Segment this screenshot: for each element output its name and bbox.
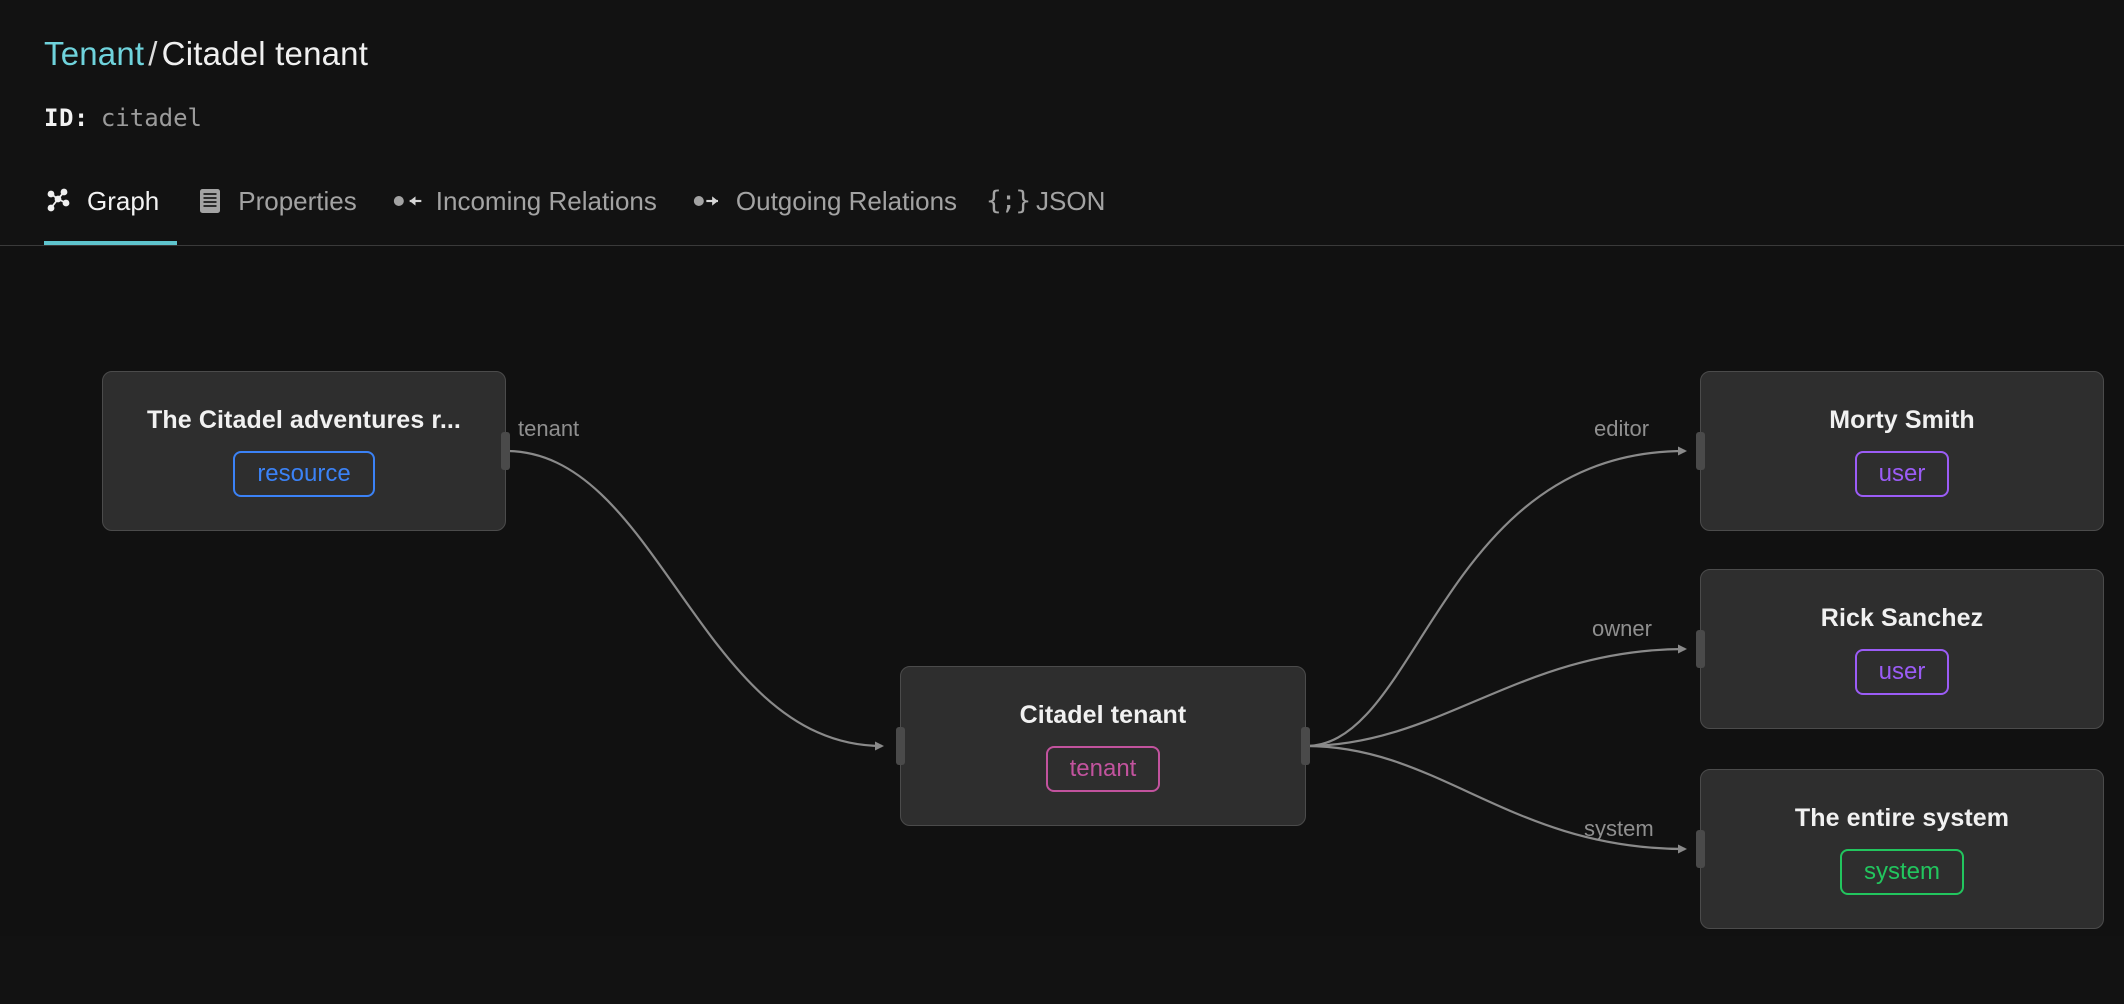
- tab-outgoing-relations-label: Outgoing Relations: [735, 185, 958, 216]
- graph-node-tenant-title: Citadel tenant: [1019, 700, 1187, 729]
- graph-node-morty-badge: user: [1854, 450, 1950, 497]
- breadcrumb-separator: /: [148, 35, 158, 72]
- page-header: Tenant / Citadel tenant ID: citadel: [0, 0, 2124, 132]
- edge-tenant-to-morty: [1305, 446, 1687, 748]
- graph-node-system-badge: system: [1839, 848, 1964, 895]
- list-document-icon: [195, 186, 225, 216]
- tab-outgoing-relations[interactable]: Outgoing Relations: [675, 174, 975, 245]
- graph-node-resource-badge: resource: [233, 450, 375, 497]
- node-handle-left[interactable]: [1696, 830, 1705, 869]
- node-handle-left[interactable]: [1696, 432, 1705, 471]
- graph-node-morty[interactable]: Morty Smith user: [1696, 371, 2104, 532]
- node-handle-left[interactable]: [896, 727, 905, 766]
- edge-tenant-to-rick: [1305, 644, 1687, 748]
- tab-incoming-relations-label: Incoming Relations: [435, 185, 657, 216]
- edge-resource-to-tenant: [505, 450, 884, 751]
- breadcrumb: Tenant / Citadel tenant: [44, 34, 2080, 74]
- tab-json[interactable]: {;} JSON: [975, 174, 1123, 245]
- graph-node-tenant-badge: tenant: [1045, 745, 1161, 792]
- graph-nodes-icon: [44, 186, 74, 216]
- graph-node-rick-badge: user: [1854, 648, 1950, 695]
- graph-node-tenant[interactable]: Citadel tenant tenant: [896, 666, 1310, 827]
- breadcrumb-parent-link[interactable]: Tenant: [44, 35, 144, 72]
- entity-id-label: ID:: [44, 103, 89, 132]
- tab-graph[interactable]: Graph: [44, 174, 178, 246]
- node-handle-right[interactable]: [501, 432, 510, 471]
- tab-bar: Graph Properties Incoming Relations Outg…: [0, 174, 2124, 247]
- entity-id-row: ID: citadel: [44, 104, 2080, 133]
- arrow-in-icon: [393, 186, 423, 216]
- curly-braces-icon: {;}: [986, 185, 1031, 216]
- graph-node-system[interactable]: The entire system system: [1696, 769, 2104, 930]
- tab-graph-label: Graph: [87, 185, 160, 216]
- breadcrumb-current: Citadel tenant: [161, 35, 369, 72]
- tab-json-label: JSON: [1036, 185, 1106, 216]
- graph-node-rick[interactable]: Rick Sanchez user: [1696, 569, 2104, 730]
- node-handle-left[interactable]: [1696, 630, 1705, 669]
- graph-node-morty-title: Morty Smith: [1829, 405, 1975, 434]
- graph-node-resource-title: The Citadel adventures r...: [147, 405, 461, 434]
- tab-properties-label: Properties: [238, 185, 357, 216]
- arrow-out-icon: [693, 186, 723, 216]
- entity-id-value: citadel: [100, 103, 203, 132]
- tab-incoming-relations[interactable]: Incoming Relations: [375, 174, 675, 245]
- graph-node-resource[interactable]: The Citadel adventures r... resource: [102, 371, 510, 532]
- tab-properties[interactable]: Properties: [177, 174, 375, 245]
- node-handle-right[interactable]: [1301, 727, 1310, 766]
- graph-canvas[interactable]: tenant editor owner system The Citadel a…: [0, 246, 2124, 937]
- graph-node-system-title: The entire system: [1794, 803, 2010, 832]
- edge-tenant-to-system: [1305, 745, 1687, 854]
- graph-node-rick-title: Rick Sanchez: [1820, 603, 1984, 632]
